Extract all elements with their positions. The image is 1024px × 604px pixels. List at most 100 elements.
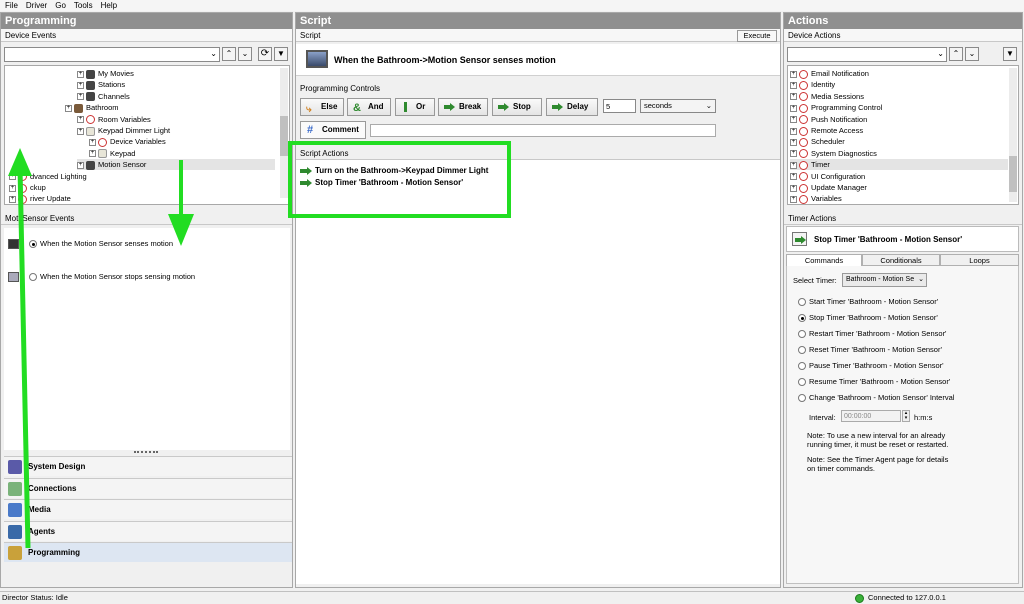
action-tree-item[interactable]: + Media Sessions	[790, 91, 864, 102]
select-timer-dropdown[interactable]: Bathroom - Motion Se ⌄	[842, 273, 927, 287]
interval-stepper[interactable]: ▴ ▾	[902, 410, 910, 422]
expand-icon[interactable]: +	[77, 93, 84, 101]
break-button[interactable]: Break	[438, 98, 488, 116]
timer-option-radio[interactable]	[798, 314, 806, 323]
expand-icon[interactable]: +	[77, 161, 84, 169]
tree-item[interactable]: + Bathroom	[65, 102, 119, 113]
move-up-button[interactable]: ⌃	[222, 47, 236, 61]
tree-item[interactable]: + ckup	[9, 182, 46, 193]
menu-go[interactable]: Go	[55, 1, 66, 10]
expand-icon[interactable]: +	[89, 138, 96, 146]
timer-option-radio[interactable]	[798, 378, 806, 387]
tree-item[interactable]: + river Update	[9, 193, 71, 204]
tree-item[interactable]: + dvanced Lighting	[9, 171, 87, 182]
nav-system-design[interactable]: System Design	[4, 456, 292, 476]
timer-option[interactable]: Resume Timer 'Bathroom - Motion Sensor'	[798, 376, 950, 387]
expand-icon[interactable]: +	[790, 195, 797, 203]
timer-option[interactable]: Restart Timer 'Bathroom - Motion Sensor'	[798, 328, 947, 339]
timer-option-radio[interactable]	[798, 394, 806, 403]
device-events-search-input[interactable]: ⌄	[4, 47, 220, 62]
menu-file[interactable]: File	[5, 1, 18, 10]
else-button[interactable]: ⤷ Else	[300, 98, 344, 116]
tab-conditionals[interactable]: Conditionals	[862, 254, 940, 266]
event-item[interactable]: When the Motion Sensor senses motion	[8, 238, 173, 250]
scrollbar[interactable]	[1009, 68, 1017, 202]
action-tree-item[interactable]: + Scheduler	[790, 136, 845, 147]
filter-icon[interactable]: ▼	[274, 47, 288, 61]
expand-icon[interactable]: +	[790, 93, 797, 101]
timer-option-radio[interactable]	[798, 346, 806, 355]
expand-icon[interactable]: +	[77, 70, 84, 78]
delay-value-input[interactable]	[603, 99, 636, 113]
action-tree-item[interactable]: + Update Manager	[790, 182, 867, 193]
delay-button[interactable]: Delay	[546, 98, 598, 116]
comment-button[interactable]: # Comment	[300, 121, 366, 139]
filter-icon[interactable]: ▼	[1003, 47, 1017, 61]
expand-icon[interactable]: +	[77, 81, 84, 89]
tab-commands[interactable]: Commands	[786, 254, 862, 266]
timer-option-radio[interactable]	[798, 330, 806, 339]
interval-input[interactable]	[841, 410, 901, 422]
move-down-button[interactable]: ⌄	[965, 47, 979, 61]
timer-option-radio[interactable]	[798, 298, 806, 307]
timer-option[interactable]: Change 'Bathroom - Motion Sensor' Interv…	[798, 392, 954, 403]
and-button[interactable]: & And	[347, 98, 391, 116]
timer-option[interactable]: Pause Timer 'Bathroom - Motion Sensor'	[798, 360, 944, 371]
tree-item[interactable]: + Keypad Dimmer Light	[77, 125, 170, 136]
expand-icon[interactable]: +	[790, 104, 797, 112]
refresh-icon[interactable]: ⟳	[258, 47, 272, 61]
expand-icon[interactable]: +	[790, 161, 797, 169]
action-tree-item[interactable]: + Remote Access	[790, 125, 863, 136]
expand-icon[interactable]: +	[790, 127, 797, 135]
expand-icon[interactable]: +	[790, 138, 797, 146]
expand-icon[interactable]: +	[790, 173, 797, 181]
tree-item[interactable]: + Stations	[77, 79, 125, 90]
expand-icon[interactable]: +	[77, 116, 84, 124]
event-radio[interactable]	[29, 273, 37, 282]
action-tree-item[interactable]: + Identity	[790, 79, 835, 90]
tab-loops[interactable]: Loops	[940, 254, 1019, 266]
menu-tools[interactable]: Tools	[74, 1, 93, 10]
comment-input[interactable]	[370, 124, 716, 137]
or-button[interactable]: Or	[395, 98, 435, 116]
expand-icon[interactable]: +	[65, 104, 72, 112]
tree-item[interactable]: + Room Variables	[77, 114, 151, 125]
move-up-button[interactable]: ⌃	[949, 47, 963, 61]
action-tree-item[interactable]: + Programming Control	[790, 102, 882, 113]
menu-driver[interactable]: Driver	[26, 1, 47, 10]
expand-icon[interactable]: +	[9, 195, 16, 203]
timer-option[interactable]: Start Timer 'Bathroom - Motion Sensor'	[798, 296, 938, 307]
execute-button[interactable]: Execute	[737, 30, 777, 42]
device-actions-search-input[interactable]: ⌄	[787, 47, 947, 62]
splitter-grip[interactable]	[134, 451, 158, 454]
nav-media[interactable]: Media	[4, 499, 292, 519]
expand-icon[interactable]: +	[790, 81, 797, 89]
tree-item[interactable]: + Keypad	[89, 148, 135, 159]
event-item[interactable]: When the Motion Sensor stops sensing mot…	[8, 271, 195, 283]
action-tree-item[interactable]: + System Diagnostics	[790, 148, 877, 159]
expand-icon[interactable]: +	[790, 184, 797, 192]
action-tree-item[interactable]: + Email Notification	[790, 68, 869, 79]
action-tree-item[interactable]: + Variables	[790, 193, 842, 204]
expand-icon[interactable]: +	[89, 150, 96, 158]
nav-programming[interactable]: Programming	[4, 542, 292, 562]
timer-option[interactable]: Stop Timer 'Bathroom - Motion Sensor'	[798, 312, 938, 323]
menu-help[interactable]: Help	[101, 1, 117, 10]
expand-icon[interactable]: +	[790, 116, 797, 124]
move-down-button[interactable]: ⌄	[238, 47, 252, 61]
tree-item[interactable]: + My Movies	[77, 68, 134, 79]
timer-option-radio[interactable]	[798, 362, 806, 371]
nav-agents[interactable]: Agents	[4, 520, 292, 541]
event-radio[interactable]	[29, 240, 37, 249]
tree-item[interactable]: + Channels	[77, 91, 130, 102]
expand-icon[interactable]: +	[77, 127, 84, 135]
delay-unit-select[interactable]: seconds ⌄	[640, 99, 716, 113]
expand-icon[interactable]: +	[790, 70, 797, 78]
tree-item[interactable]: + Motion Sensor	[77, 159, 275, 171]
action-tree-item[interactable]: + UI Configuration	[790, 171, 865, 182]
expand-icon[interactable]: +	[9, 173, 16, 181]
expand-icon[interactable]: +	[9, 184, 16, 192]
timer-option[interactable]: Reset Timer 'Bathroom - Motion Sensor'	[798, 344, 942, 355]
scrollbar[interactable]	[280, 68, 288, 198]
stop-button[interactable]: Stop	[492, 98, 542, 116]
